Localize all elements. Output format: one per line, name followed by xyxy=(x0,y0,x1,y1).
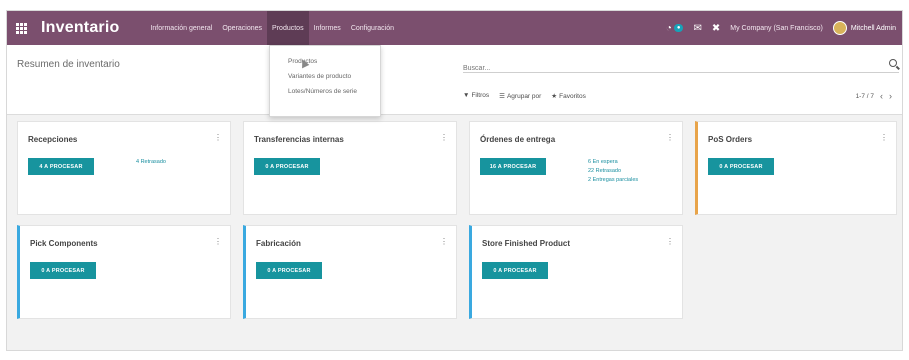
process-button[interactable]: 4 A PROCESAR xyxy=(28,158,94,175)
main-menu: Información general Operaciones Producto… xyxy=(145,11,399,45)
kebab-menu-icon[interactable]: ⋮ xyxy=(666,133,674,142)
card-title[interactable]: Recepciones xyxy=(28,135,77,144)
menu-informes[interactable]: Informes xyxy=(309,11,346,45)
activity-badge: ● xyxy=(673,24,684,32)
filters-button[interactable]: ▼ Filtros xyxy=(463,92,489,100)
card-recepciones: Recepciones ⋮ 4 A PROCESAR 4 Retrasado xyxy=(17,121,231,215)
process-button[interactable]: 0 A PROCESAR xyxy=(708,158,774,175)
card-links: 4 Retrasado xyxy=(136,158,166,167)
groupby-button[interactable]: ☰ Agrupar por xyxy=(499,92,541,100)
filter-icon: ▼ xyxy=(463,92,470,99)
filters-label: Filtros xyxy=(471,92,490,99)
card-pos-orders: PoS Orders ⋮ 0 A PROCESAR xyxy=(695,121,897,215)
card-title[interactable]: PoS Orders xyxy=(708,135,752,144)
top-navbar: Inventario Información general Operacion… xyxy=(7,11,902,45)
search-bar xyxy=(463,57,899,76)
star-icon: ★ xyxy=(551,93,558,100)
apps-menu-button[interactable] xyxy=(7,11,35,45)
process-button[interactable]: 16 A PROCESAR xyxy=(480,158,546,175)
link-retrasado[interactable]: 22 Retrasado xyxy=(588,167,638,176)
process-button[interactable]: 0 A PROCESAR xyxy=(30,262,96,279)
search-input[interactable] xyxy=(463,61,873,76)
odoo-window: Inventario Información general Operacion… xyxy=(6,10,903,351)
menu-operaciones[interactable]: Operaciones xyxy=(217,11,267,45)
kebab-menu-icon[interactable]: ⋮ xyxy=(666,237,674,246)
breadcrumb: Resumen de inventario xyxy=(17,59,120,70)
layers-icon: ☰ xyxy=(499,93,505,100)
chat-icon: ✉ xyxy=(693,22,702,34)
process-button[interactable]: 0 A PROCESAR xyxy=(256,262,322,279)
link-en-espera[interactable]: 6 En espera xyxy=(588,158,638,167)
chevron-left-icon[interactable]: ‹ xyxy=(880,91,883,101)
dropdown-item-lotes[interactable]: Lotes/Números de serie xyxy=(270,84,380,99)
kebab-menu-icon[interactable]: ⋮ xyxy=(440,237,448,246)
card-transferencias-internas: Transferencias internas ⋮ 0 A PROCESAR xyxy=(243,121,457,215)
kebab-menu-icon[interactable]: ⋮ xyxy=(440,133,448,142)
favorites-button[interactable]: ★ Favoritos xyxy=(551,92,586,100)
menu-informacion-general[interactable]: Información general xyxy=(145,11,217,45)
kebab-menu-icon[interactable]: ⋮ xyxy=(880,133,888,142)
card-title[interactable]: Transferencias internas xyxy=(254,135,344,144)
company-switcher[interactable]: My Company (San Francisco) xyxy=(730,25,823,32)
bug-icon: ✖ xyxy=(711,22,721,34)
card-store-finished-product: Store Finished Product ⋮ 0 A PROCESAR xyxy=(469,225,683,319)
card-title[interactable]: Pick Components xyxy=(30,239,98,248)
card-fabricacion: Fabricación ⋮ 0 A PROCESAR xyxy=(243,225,457,319)
card-title[interactable]: Store Finished Product xyxy=(482,239,570,248)
menu-productos[interactable]: Productos xyxy=(267,11,309,45)
card-ordenes-de-entrega: Órdenes de entrega ⋮ 16 A PROCESAR 6 En … xyxy=(469,121,683,215)
avatar xyxy=(832,21,847,35)
process-button[interactable]: 0 A PROCESAR xyxy=(254,158,320,175)
link-retrasado[interactable]: 4 Retrasado xyxy=(136,158,166,167)
process-button[interactable]: 0 A PROCESAR xyxy=(482,262,548,279)
kebab-menu-icon[interactable]: ⋮ xyxy=(214,237,222,246)
user-name: Mitchell Admin xyxy=(850,24,896,32)
menu-configuracion[interactable]: Configuración xyxy=(346,11,399,45)
kebab-menu-icon[interactable]: ⋮ xyxy=(214,133,222,142)
search-options: ▼ Filtros ☰ Agrupar por ★ Favoritos xyxy=(463,92,586,100)
debug-button[interactable]: ✖ xyxy=(712,23,720,34)
card-links: 6 En espera 22 Retrasado 2 Entregas parc… xyxy=(588,158,638,185)
activity-button[interactable]: ◔ ● xyxy=(666,23,684,34)
card-title[interactable]: Fabricación xyxy=(256,239,301,248)
clock-icon: ◔ xyxy=(665,22,672,34)
control-panel: Resumen de inventario ▼Filtros ☰Agrupar … xyxy=(7,45,902,115)
pager-value[interactable]: 1-7 / 7 xyxy=(856,93,874,100)
favorites-label: Favoritos xyxy=(559,93,586,100)
dropdown-item-productos[interactable]: Productos xyxy=(270,54,380,69)
card-title[interactable]: Órdenes de entrega xyxy=(480,135,555,144)
grid-icon xyxy=(15,22,27,34)
search-icon[interactable] xyxy=(889,59,897,67)
chevron-right-icon[interactable]: › xyxy=(889,91,892,101)
dropdown-item-variantes[interactable]: Variantes de producto xyxy=(270,69,380,84)
productos-dropdown: Productos Variantes de producto Lotes/Nú… xyxy=(269,45,381,117)
pager: 1-7 / 7 ‹ › xyxy=(856,91,892,101)
app-title[interactable]: Inventario xyxy=(41,19,119,37)
user-menu[interactable]: Mitchell Admin xyxy=(832,21,896,35)
systray: ◔ ● ✉ ✖ My Company (San Francisco) Mitch… xyxy=(666,11,902,45)
groupby-label: Agrupar por xyxy=(506,93,542,100)
messaging-button[interactable]: ✉ xyxy=(693,23,701,34)
card-pick-components: Pick Components ⋮ 0 A PROCESAR xyxy=(17,225,231,319)
link-entregas-parciales[interactable]: 2 Entregas parciales xyxy=(588,176,638,185)
